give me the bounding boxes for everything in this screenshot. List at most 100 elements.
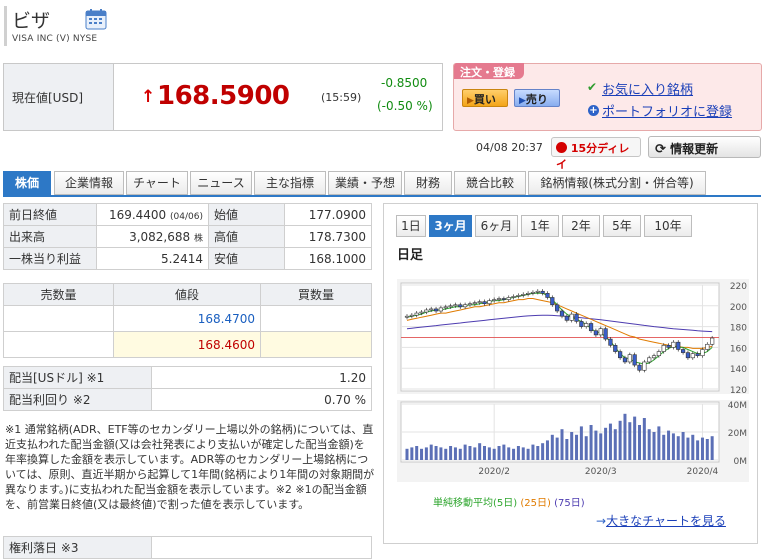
price-time: (15:59) — [321, 91, 362, 104]
volume-bar — [604, 427, 608, 460]
volume-bar — [608, 423, 612, 460]
tab-key-metrics[interactable]: 主な指標 — [254, 171, 326, 195]
candle-body — [690, 353, 695, 359]
candle-body — [453, 304, 458, 307]
volume-bar — [613, 429, 617, 460]
volume-bar — [473, 447, 477, 460]
buy-button[interactable]: ▶買い — [462, 89, 508, 107]
candle-body — [448, 305, 453, 308]
tab-company-info[interactable]: 企業情報 — [54, 171, 124, 195]
candle-body — [501, 298, 506, 300]
prev-close-date: (04/06) — [170, 211, 203, 222]
prev-close-value: 169.4400 — [108, 207, 167, 222]
price-tick-label: 140 — [730, 365, 747, 375]
bid-price: 168.4600 — [113, 331, 261, 358]
candle-body — [511, 296, 516, 298]
big-chart-link[interactable]: →大きなチャートを見る — [596, 512, 726, 529]
candle-body — [540, 290, 545, 294]
chart-panel: 1日 3ヶ月 6ヶ月 1年 2年 5年 10年 日足 220 200 180 160 1… — [383, 203, 758, 544]
volume-bar — [710, 436, 714, 460]
up-arrow-icon: ↑ — [141, 87, 156, 107]
calendar-icon[interactable] — [85, 8, 107, 30]
period-tab-1d[interactable]: 1日 — [396, 215, 426, 237]
price-chart: 220 200 180 160 140 120 — [397, 279, 749, 394]
high-value: 178.7300 — [284, 225, 372, 248]
refresh-button[interactable]: ⟳ 情報更新 — [648, 136, 761, 158]
volume-tick-label: 20M — [728, 429, 747, 439]
order-register-box: 注文・登録 ▶買い ▶売り ✔ お気に入り銘柄 + ポートフォリオに登録 — [453, 63, 762, 131]
low-value: 168.1000 — [284, 247, 372, 270]
volume-bar — [705, 439, 709, 460]
volume-bar — [686, 437, 690, 460]
price-plot-area — [400, 282, 720, 392]
tab-earnings-forecast[interactable]: 業績・予想 — [328, 171, 402, 195]
volume-chart: 40M 20M 0M 2020/2 2020/3 2020/4 — [397, 400, 749, 482]
buy-qty-header: 買数量 — [260, 283, 372, 306]
favorite-link[interactable]: お気に入り銘柄 — [602, 79, 693, 98]
candle-body — [656, 351, 661, 357]
volume-bar — [507, 447, 511, 460]
volume-bar — [463, 444, 467, 460]
sell-qty-header: 売数量 — [3, 283, 114, 306]
sell-arrow-icon: ▶ — [519, 96, 526, 106]
volume-bar — [536, 446, 540, 460]
candle-body — [564, 315, 569, 321]
price-label: 現在値[USD] — [12, 91, 84, 105]
candle-body — [424, 309, 429, 313]
period-tab-6m[interactable]: 6ヶ月 — [475, 215, 518, 237]
candle-body — [642, 361, 647, 371]
price-change: -0.8500 — [381, 76, 428, 90]
period-tab-1y[interactable]: 1年 — [521, 215, 559, 237]
dividend-label: 配当[USドル] ※1 — [3, 366, 152, 389]
candle-body — [680, 349, 686, 353]
candle-body — [598, 328, 603, 336]
prev-close-label: 前日終値 — [3, 203, 97, 226]
table-row: 配当利回り ※2 0.70 % — [3, 388, 372, 411]
candle-body — [463, 304, 468, 308]
candle-body — [472, 302, 477, 305]
table-row: 売数量 値段 買数量 — [3, 283, 372, 306]
tab-stock-info[interactable]: 銘柄情報(株式分割・併合等) — [528, 171, 706, 195]
price-tick-label: 220 — [730, 282, 747, 292]
volume-bar — [671, 433, 675, 460]
delay-label: 15分ディレイ — [556, 142, 630, 171]
period-tab-2y[interactable]: 2年 — [562, 215, 600, 237]
volume-bar — [570, 432, 574, 460]
volume-bar — [662, 434, 666, 460]
candle-body — [685, 352, 691, 359]
tab-stock-price[interactable]: 株価 — [3, 171, 51, 195]
table-row: 出来高 3,082,688 株 高値 178.7300 — [3, 225, 372, 248]
tab-competitors[interactable]: 競合比較 — [454, 171, 526, 195]
sell-button[interactable]: ▶売り — [514, 89, 560, 107]
candle-body — [705, 343, 710, 350]
volume-bar — [618, 420, 622, 460]
tab-news[interactable]: ニュース — [190, 171, 252, 195]
tab-chart[interactable]: チャート — [126, 171, 188, 195]
candle-body — [676, 341, 681, 350]
period-tab-3m[interactable]: 3ヶ月 — [429, 215, 472, 237]
tab-financials[interactable]: 財務 — [404, 171, 452, 195]
candle-body — [521, 294, 526, 296]
portfolio-link[interactable]: ポートフォリオに登録 — [602, 101, 732, 120]
tabs-underline — [3, 195, 761, 197]
refresh-icon: ⟳ — [655, 142, 666, 157]
candle-body — [603, 328, 608, 340]
ma25-legend: (25日) — [520, 498, 551, 509]
candle-body — [443, 306, 448, 309]
candle-body — [492, 299, 497, 301]
table-row: 168.4700 — [3, 305, 372, 332]
dividend-footnote: ※1 通常銘柄(ADR、ETF等のセカンダリー上場以外の銘柄)については、直近支… — [5, 423, 375, 511]
table-row: 168.4600 — [3, 331, 372, 358]
period-tab-10y[interactable]: 10年 — [644, 215, 692, 237]
candle-body — [579, 321, 584, 327]
plus-icon: + — [588, 105, 599, 116]
volume-bar — [550, 434, 554, 460]
x-tick-label: 2020/3 — [585, 467, 617, 477]
volume-bar — [691, 434, 695, 460]
dividend-table: 配当[USドル] ※1 1.20 配当利回り ※2 0.70 % — [3, 366, 372, 411]
volume-bar — [575, 434, 579, 460]
period-tab-5y[interactable]: 5年 — [603, 215, 641, 237]
candle-body — [525, 293, 531, 295]
ex-dividend-table: 権利落日 ※3 — [3, 536, 372, 559]
candle-body — [506, 297, 511, 300]
